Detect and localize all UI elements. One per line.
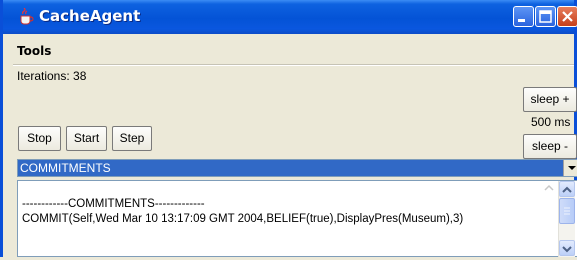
dropdown-arrow-button[interactable]: [563, 160, 577, 176]
chevron-down-icon: [562, 246, 572, 253]
minimize-icon: [518, 19, 525, 22]
step-button[interactable]: Step: [112, 126, 152, 151]
maximize-button[interactable]: [535, 6, 556, 27]
view-select-value: COMMITMENTS: [18, 160, 564, 176]
sleep-value-label: 500 ms: [531, 115, 571, 129]
chevron-up-icon: [562, 186, 572, 193]
window-title: CacheAgent: [39, 7, 141, 25]
chevron-down-icon: [568, 166, 576, 170]
app-window: CacheAgent Tools Iterations: 38 sleep + …: [0, 0, 577, 257]
iterations-label: Iterations: 38: [17, 69, 87, 83]
output-line: ------------COMMITMENTS-------------: [22, 198, 205, 210]
minimize-button[interactable]: [513, 6, 534, 27]
output-textarea[interactable]: ------------COMMITMENTS------------- COM…: [17, 180, 577, 257]
menu-separator: [13, 64, 574, 66]
stop-button[interactable]: Stop: [18, 126, 61, 151]
maximize-icon: [539, 10, 552, 23]
vertical-scrollbar[interactable]: [558, 181, 575, 257]
output-line: COMMIT(Self,Wed Mar 10 13:17:09 GMT 2004…: [22, 213, 464, 225]
title-bar[interactable]: CacheAgent: [3, 0, 577, 34]
menu-tools[interactable]: Tools: [17, 44, 51, 58]
grip-icon: [564, 207, 570, 215]
scroll-thumb[interactable]: [559, 198, 575, 224]
scroll-up-button[interactable]: [559, 181, 575, 197]
menu-bar: [3, 36, 574, 58]
close-icon: [562, 11, 573, 22]
scroll-up-ghost-icon: [544, 184, 554, 191]
java-cup-icon: [17, 7, 35, 26]
start-button[interactable]: Start: [66, 126, 107, 151]
close-button[interactable]: [557, 6, 577, 27]
scroll-down-button[interactable]: [559, 240, 575, 256]
sleep-plus-button[interactable]: sleep +: [523, 87, 577, 112]
sleep-minus-button[interactable]: sleep -: [523, 134, 577, 159]
view-select[interactable]: COMMITMENTS: [17, 159, 577, 177]
